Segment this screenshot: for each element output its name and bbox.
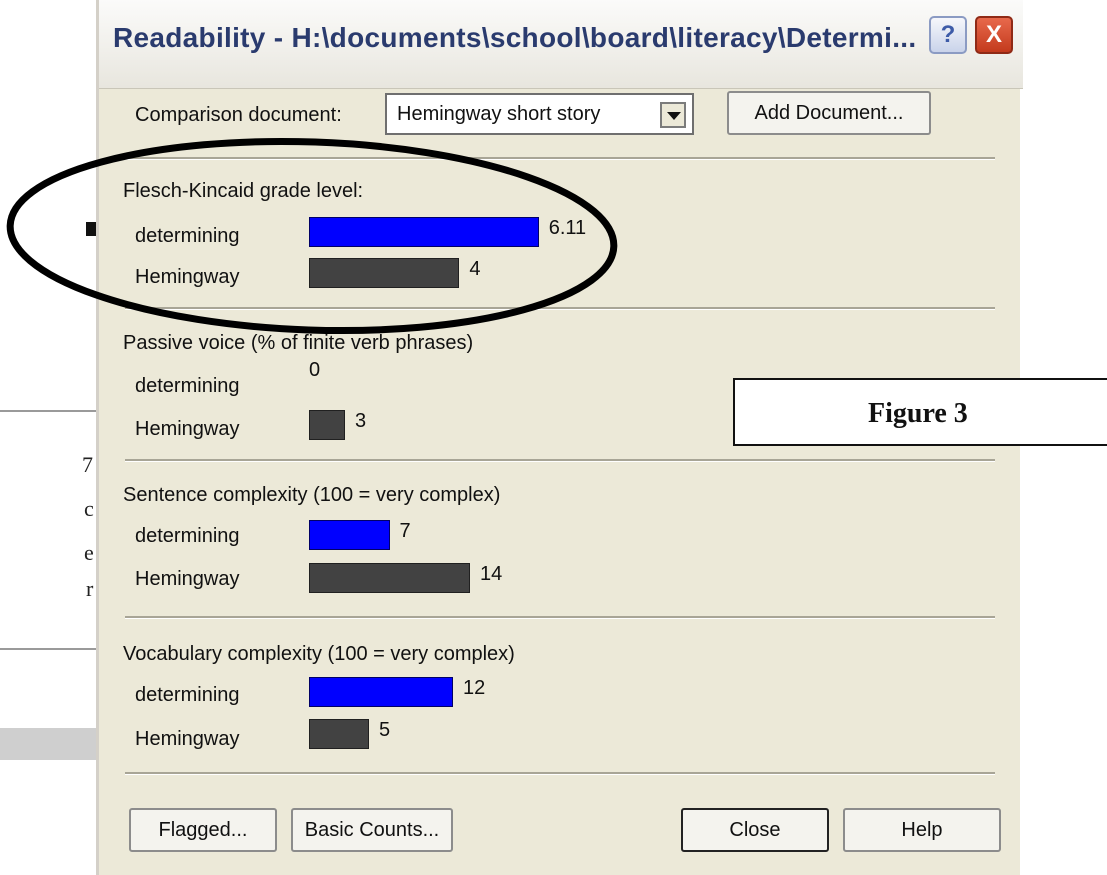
figure-caption: Figure 3 (868, 398, 968, 429)
row-label: determining (135, 375, 240, 397)
basic-counts-button[interactable]: Basic Counts... (291, 808, 453, 852)
bar-value: 14 (480, 563, 503, 585)
row-label: determining (135, 225, 240, 247)
separator (125, 307, 995, 310)
separator (125, 772, 995, 775)
row-label: determining (135, 684, 240, 706)
background-band (0, 728, 100, 760)
separator (125, 157, 995, 160)
bar-value: 12 (463, 677, 486, 699)
background-glyph: r (86, 576, 94, 601)
close-button[interactable]: Close (681, 808, 829, 852)
bar-value: 6.11 (548, 217, 587, 239)
separator (125, 459, 995, 462)
separator (125, 616, 995, 619)
flagged-button[interactable]: Flagged... (129, 808, 277, 852)
section-title: Flesch-Kincaid grade level: (123, 180, 364, 202)
row-label: Hemingway (135, 418, 240, 440)
section-title: Passive voice (% of finite verb phrases) (123, 332, 474, 354)
bar (309, 520, 390, 550)
row-label: Hemingway (135, 728, 240, 750)
close-icon[interactable]: X (975, 16, 1013, 54)
row-label: Hemingway (135, 266, 240, 288)
title-bar[interactable]: Readability - H:\documents\school\board\… (99, 0, 1023, 89)
bar-value: 7 (399, 520, 411, 542)
bar-value: 4 (469, 258, 481, 280)
background-rule (0, 410, 100, 412)
bar-value: 0 (309, 359, 321, 381)
section-title: Vocabulary complexity (100 = very comple… (123, 643, 515, 665)
background-glyph: c (84, 496, 94, 521)
help-icon[interactable]: ? (929, 16, 967, 54)
row-label: determining (135, 525, 240, 547)
bar (309, 563, 470, 593)
row-label: Hemingway (135, 568, 240, 590)
bar-value: 5 (379, 719, 391, 741)
section-title: Sentence complexity (100 = very complex) (123, 484, 501, 506)
bar-value: 3 (355, 410, 367, 432)
comparison-selected-value: Hemingway short story (397, 103, 601, 125)
bar (309, 719, 369, 749)
comparison-document-select[interactable]: Hemingway short story (385, 93, 694, 135)
comparison-label: Comparison document: (135, 104, 342, 126)
bar (309, 677, 453, 707)
add-document-button[interactable]: Add Document... (727, 91, 931, 135)
window-title: Readability - H:\documents\school\board\… (113, 22, 917, 53)
background-glyph: 7 (82, 452, 93, 477)
background-document: 7 c e r (0, 0, 100, 875)
background-glyph: e (84, 540, 94, 565)
bar (309, 410, 345, 440)
bar (309, 217, 539, 247)
help-button[interactable]: Help (843, 808, 1001, 852)
figure-caption-box: Figure 3 (733, 378, 1107, 446)
bar (309, 258, 460, 288)
background-rule (0, 648, 100, 650)
chevron-down-icon[interactable] (660, 102, 686, 128)
background-mark (86, 222, 96, 236)
